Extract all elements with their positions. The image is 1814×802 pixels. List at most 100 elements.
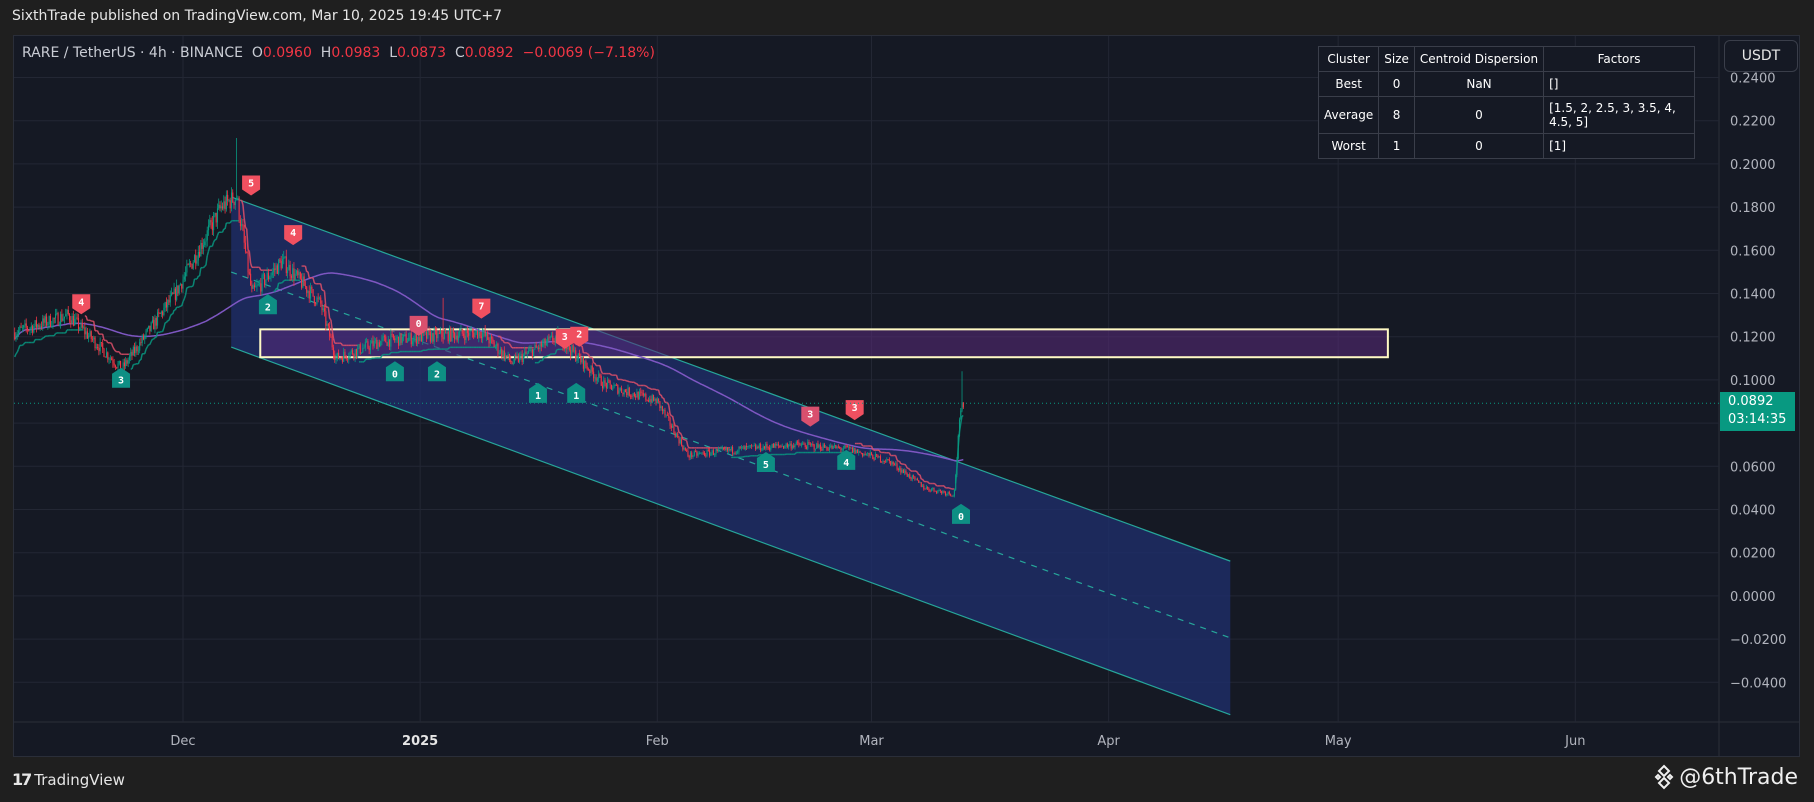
candle-body [455,335,457,339]
trailing-stop-segment [221,228,225,233]
candle-body [35,320,37,328]
candle-body [339,357,341,359]
candle-body [227,194,229,201]
y-tick-label: 0.1800 [1730,201,1776,216]
trailing-stop-segment [89,319,92,322]
candle-body [165,302,168,308]
currency-button[interactable]: USDT [1724,40,1798,72]
candle-body [668,415,670,418]
candle-body [205,240,207,242]
candle-body [795,441,797,445]
candle-body [380,341,382,347]
candle-body [590,365,592,374]
candle-body [547,337,549,343]
candle-body [818,444,820,448]
candle-body [499,349,502,353]
candle-body [276,265,278,274]
trailing-stop-segment [204,264,207,267]
candle-body [854,448,856,454]
table-cell: NaN [1413,71,1545,97]
candle-body [591,365,593,372]
candle-body [321,303,323,311]
tradingview-logo[interactable]: 17 TradingView [12,770,125,789]
candle-body [408,337,410,342]
candle-body [729,449,731,451]
candle-body [739,446,741,448]
candle-body [182,279,184,289]
candle-body [410,333,412,345]
candle-body [459,331,461,336]
candle-body [738,446,740,452]
x-tick-label: Dec [170,734,195,749]
close-label: C [454,45,465,61]
candle-body [255,286,257,288]
candle-body [835,445,837,449]
candle-body [403,334,405,337]
candle-body [863,453,865,456]
candle-body [391,334,393,335]
candle-body [645,393,647,400]
candle-body [856,449,859,453]
candle-body [855,449,857,454]
y-tick-label: −0.0400 [1730,676,1786,691]
candle-body [890,460,892,465]
candle-body [721,448,723,449]
candle-body [859,451,861,453]
bar-countdown: 03:14:35 [1728,412,1787,427]
candle-body [871,452,873,456]
candle-body [375,340,377,341]
trailing-stop-segment [794,452,797,455]
candle-body [427,330,429,339]
table-cell: 0 [1378,71,1415,97]
candle-body [533,349,535,357]
candle-body [396,336,398,339]
candle-body [271,271,273,276]
candle-body [929,490,931,492]
candle-body [433,330,435,342]
candle-body [155,318,157,326]
candle-body [753,445,755,447]
candle-body [442,337,444,340]
candle-body [353,354,355,358]
candle-body [290,276,292,278]
candle-body [251,284,253,289]
candle-body [593,371,595,379]
candle-body [132,347,134,356]
candle-body [53,318,55,320]
candle-body [279,259,281,262]
candle-body [754,445,757,450]
candle-body [37,324,39,328]
candle-body [371,340,373,344]
candle-body [89,331,91,336]
y-tick-label: 0.1400 [1730,288,1776,303]
candle-body [887,459,889,460]
candle-body [469,330,471,336]
trailing-stop-segment [150,338,154,342]
trailing-stop-segment [53,333,57,337]
candle-body [157,312,159,326]
trailing-stop-segment [15,351,18,355]
trailing-stop-segment [113,348,117,352]
candle-body [934,490,936,492]
symbol-title[interactable]: RARE / TetherUS · 4h · BINANCE [22,45,243,61]
candle-body [488,339,490,344]
candle-body [895,463,897,465]
candle-body [97,347,99,348]
candle-body [776,444,778,446]
candle-body [873,459,875,460]
candle-body [336,352,338,358]
candle-body [480,336,482,339]
candle-body [285,256,287,274]
signal-number: 1 [573,391,579,402]
candle-body [512,362,514,364]
trailing-stop-segment [178,305,181,308]
candle-body [262,274,264,276]
candle-body [659,401,661,409]
candle-body [646,399,648,401]
y-tick-label: 0.2000 [1730,158,1776,173]
candle-body [223,201,225,209]
candle-body [225,194,227,210]
candle-body [406,341,408,343]
candle-body [817,443,819,448]
candle-body [418,337,420,341]
